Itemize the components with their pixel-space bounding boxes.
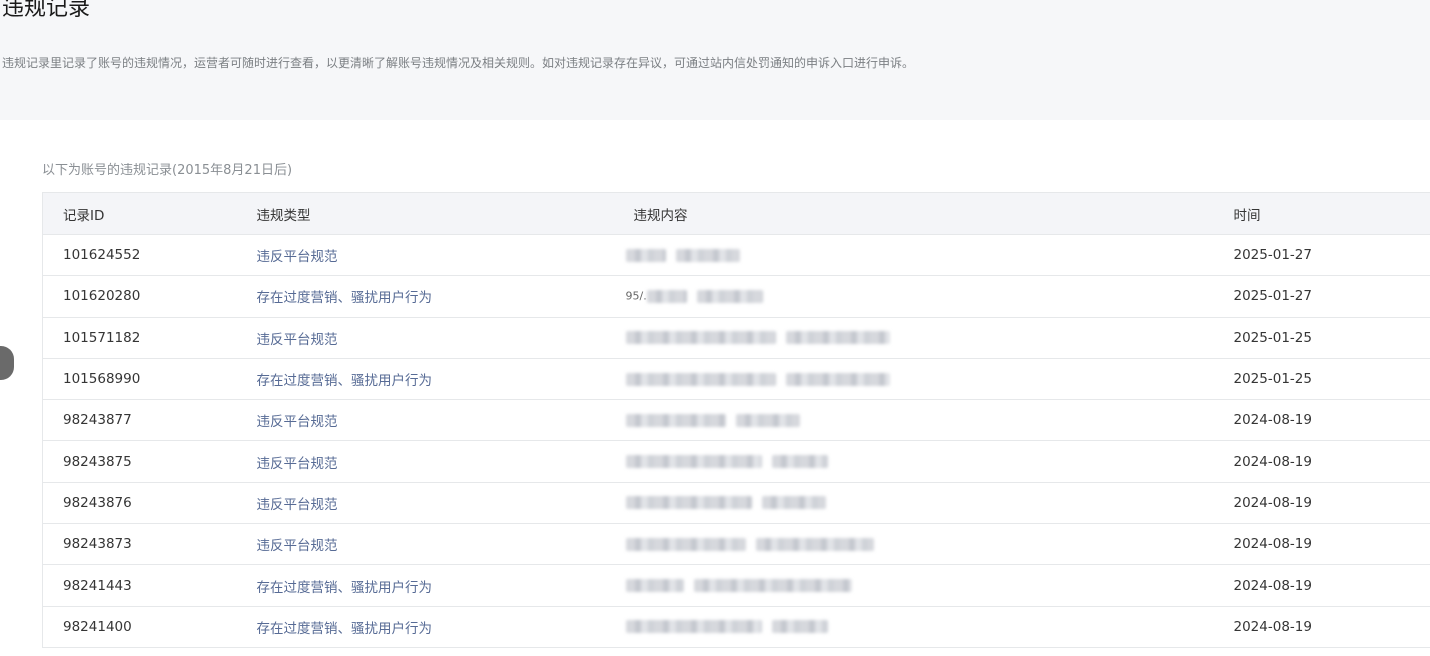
record-id-cell: 101571182: [42, 317, 237, 359]
table-row: 101624552 违反平台规范 2025-01-27: [42, 234, 1430, 277]
record-id-cell: 101624552: [42, 234, 237, 277]
violation-type-cell: 存在过度营销、骚扰用户行为: [236, 275, 614, 318]
violation-type-cell: 违反平台规范: [236, 234, 614, 277]
violation-type-cell: 存在过度营销、骚扰用户行为: [236, 358, 614, 401]
record-time-cell: 2024-08-19: [1213, 606, 1430, 648]
record-time-cell: 2024-08-19: [1213, 482, 1430, 525]
records-card: 以下为账号的违规记录(2015年8月21日后) 记录ID 违规类型 违规内容 时…: [0, 120, 1430, 656]
redacted-content: [625, 620, 762, 634]
column-header-type: 违规类型: [236, 192, 614, 235]
redacted-content: [771, 620, 828, 634]
redacted-content: [693, 579, 852, 593]
table-row: 101568990 存在过度营销、骚扰用户行为 2025-01-25: [42, 358, 1430, 401]
violation-content-cell: [613, 399, 1214, 442]
record-id-cell: 101620280: [42, 275, 237, 318]
content-prefix-text: 95/.: [625, 289, 647, 303]
violation-content-cell: [613, 564, 1214, 607]
violation-content-cell: [613, 440, 1214, 483]
table-row: 101620280 存在过度营销、骚扰用户行为 95/. 2025-01-27: [42, 275, 1430, 318]
table-row: 98241400 存在过度营销、骚扰用户行为 2024-08-19: [42, 606, 1430, 648]
violation-type-cell: 存在过度营销、骚扰用户行为: [236, 606, 614, 648]
record-time-cell: 2024-08-19: [1213, 523, 1430, 566]
redacted-content: [625, 537, 746, 551]
violation-type-cell: 违反平台规范: [236, 523, 614, 566]
page-header: 违规记录 违规记录里记录了账号的违规情况，运营者可随时进行查看，以更清晰了解账号…: [0, 0, 1430, 120]
record-time-cell: 2024-08-19: [1213, 399, 1430, 442]
redacted-content: [785, 372, 890, 386]
record-time-cell: 2025-01-27: [1213, 275, 1430, 318]
violation-content-cell: [613, 606, 1214, 648]
record-time-cell: 2024-08-19: [1213, 564, 1430, 607]
violation-content-cell: [613, 482, 1214, 525]
violation-content-cell: [613, 358, 1214, 401]
violation-type-cell: 违反平台规范: [236, 482, 614, 525]
redacted-content: [625, 496, 752, 510]
violation-type-cell: 违反平台规范: [236, 440, 614, 483]
violation-content-cell: [613, 317, 1214, 359]
redacted-content: [625, 579, 684, 593]
redacted-content: [735, 413, 800, 427]
record-time-cell: 2024-08-19: [1213, 440, 1430, 483]
redacted-content: [625, 372, 776, 386]
table-row: 98241443 存在过度营销、骚扰用户行为 2024-08-19: [42, 564, 1430, 607]
record-id-cell: 98241443: [42, 564, 237, 607]
violation-type-cell: 违反平台规范: [236, 399, 614, 442]
violation-type-cell: 违反平台规范: [236, 317, 614, 359]
page-description: 违规记录里记录了账号的违规情况，运营者可随时进行查看，以更清晰了解账号违规情况及…: [2, 56, 915, 70]
record-id-cell: 98243875: [42, 440, 237, 483]
column-header-content: 违规内容: [613, 192, 1214, 235]
table-row: 101571182 违反平台规范 2025-01-25: [42, 317, 1430, 359]
redacted-content: [771, 455, 828, 469]
table-row: 98243875 违反平台规范 2024-08-19: [42, 440, 1430, 483]
record-time-cell: 2025-01-25: [1213, 358, 1430, 401]
redacted-content: [785, 331, 890, 345]
record-id-cell: 98243876: [42, 482, 237, 525]
record-id-cell: 98243877: [42, 399, 237, 442]
violation-content-cell: [613, 523, 1214, 566]
table-body: 101624552 违反平台规范 2025-01-27 101620280 存在过度营销…: [42, 234, 1430, 648]
redacted-content: [675, 248, 740, 262]
record-id-cell: 98241400: [42, 606, 237, 648]
redacted-content: [625, 455, 762, 469]
redacted-content: [625, 331, 776, 345]
violation-content-cell: [613, 234, 1214, 277]
table-row: 98243876 违反平台规范 2024-08-19: [42, 482, 1430, 525]
violation-type-cell: 存在过度营销、骚扰用户行为: [236, 564, 614, 607]
record-id-cell: 98243873: [42, 523, 237, 566]
record-time-cell: 2025-01-25: [1213, 317, 1430, 359]
table-caption: 以下为账号的违规记录(2015年8月21日后): [42, 163, 293, 178]
redacted-content: [625, 248, 666, 262]
violation-content-cell: 95/.: [613, 275, 1214, 318]
redacted-content: [625, 413, 726, 427]
table-header-row: 记录ID 违规类型 违规内容 时间: [42, 192, 1430, 235]
violation-records-table: 记录ID 违规类型 违规内容 时间 101624552 违反平台规范 2025-01…: [42, 192, 1430, 648]
column-header-id: 记录ID: [42, 192, 237, 235]
record-id-cell: 101568990: [42, 358, 237, 401]
redacted-content: [755, 537, 874, 551]
record-time-cell: 2025-01-27: [1213, 234, 1430, 277]
column-header-time: 时间: [1213, 192, 1430, 235]
redacted-content: [761, 496, 826, 510]
table-row: 98243877 违反平台规范 2024-08-19: [42, 399, 1430, 442]
redacted-content: [646, 289, 687, 303]
page-title: 违规记录: [2, 0, 91, 21]
table-row: 98243873 违反平台规范 2024-08-19: [42, 523, 1430, 566]
redacted-content: [696, 289, 763, 303]
